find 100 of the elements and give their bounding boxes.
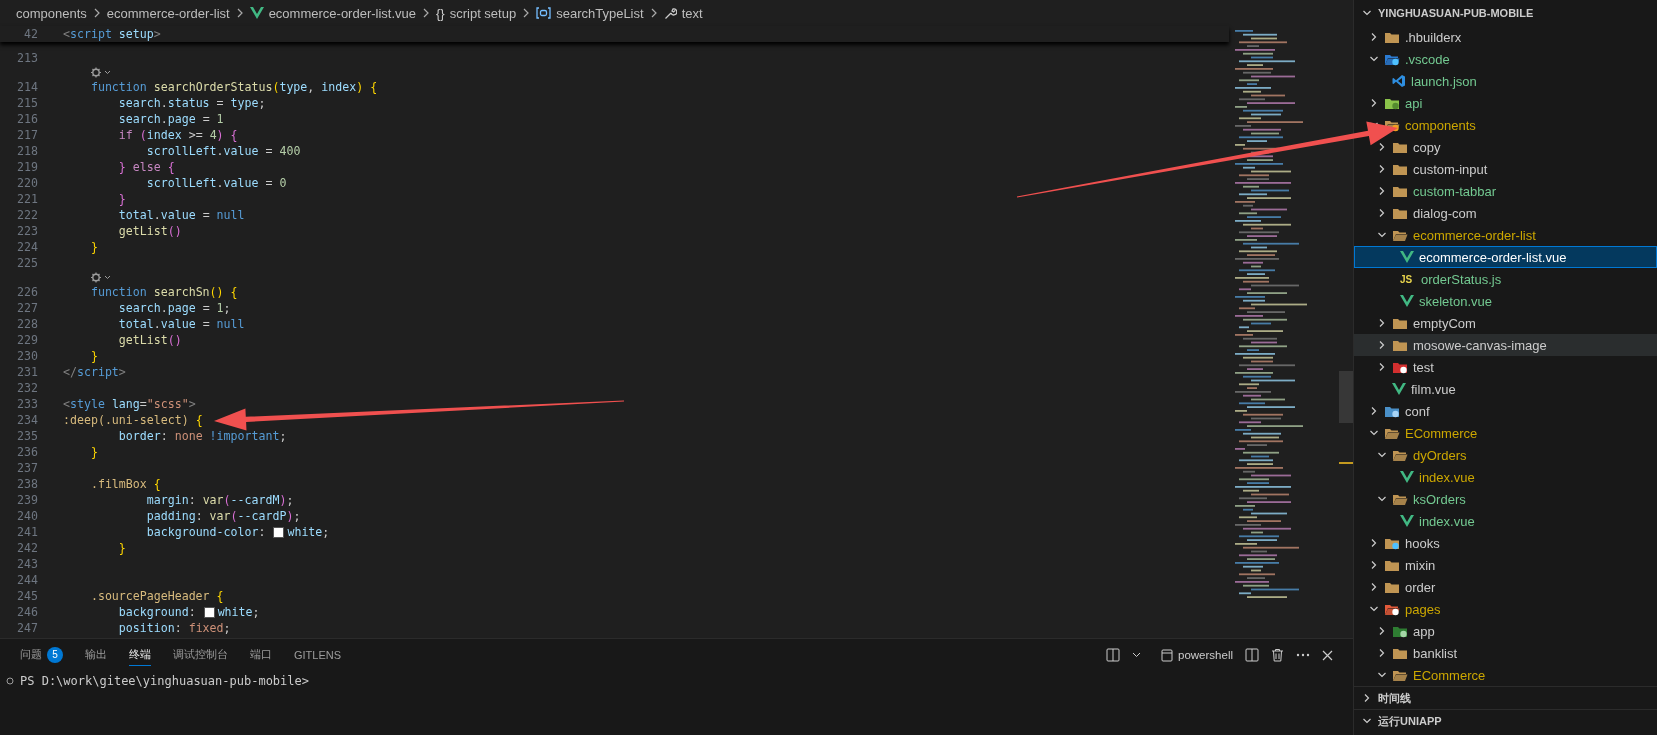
line-number: 241 <box>16 525 38 539</box>
breadcrumb-item[interactable]: text <box>681 5 703 21</box>
code-line: margin: var(--cardM); <box>145 493 294 507</box>
code-line: if (index >= 4) { <box>117 128 238 142</box>
tree-item[interactable]: api <box>1354 92 1657 114</box>
tree-item[interactable]: JS orderStatus.js <box>1354 268 1657 290</box>
chevron-icon[interactable] <box>1362 8 1372 18</box>
v-logo-icon <box>1400 251 1414 263</box>
folder-icon <box>1384 580 1400 594</box>
tree-item[interactable]: mosowe-canvas-image <box>1354 334 1657 356</box>
code-line: background-color: <box>145 525 267 539</box>
tree-item[interactable]: custom-input <box>1354 158 1657 180</box>
breadcrumb-item[interactable]: ecommerce-order-list <box>106 5 230 21</box>
tree-item[interactable]: dyOrders <box>1354 444 1657 466</box>
line-number: 223 <box>16 224 38 238</box>
tree-item[interactable]: mixin <box>1354 554 1657 576</box>
color-swatch[interactable] <box>273 526 285 538</box>
line-number: 220 <box>16 176 38 190</box>
split-icon[interactable] <box>1245 648 1259 662</box>
v-logo-icon <box>1400 295 1414 307</box>
code-line: } <box>117 541 126 555</box>
codelens-icon[interactable] <box>91 67 113 78</box>
breadcrumb-item[interactable]: searchTypeList <box>556 5 644 21</box>
panel-tab[interactable]: 问题 5 <box>20 644 63 666</box>
line-number: 233 <box>16 397 38 411</box>
folder-icon <box>1392 228 1408 242</box>
tree-item[interactable]: custom-tabbar <box>1354 180 1657 202</box>
section-header[interactable]: 时间线 <box>1354 686 1657 709</box>
tree-item[interactable]: .hbuilderx <box>1354 26 1657 48</box>
folder-icon <box>1384 558 1400 572</box>
line-number: 244 <box>16 573 38 587</box>
chevron-icon <box>522 8 531 18</box>
code-line: } <box>89 445 98 459</box>
color-swatch[interactable] <box>203 606 215 618</box>
close-icon[interactable] <box>1322 649 1333 661</box>
tree-item[interactable]: dialog-com <box>1354 202 1657 224</box>
folder-icon <box>1392 140 1408 154</box>
line-number: 225 <box>16 256 38 270</box>
tree-item[interactable]: skeleton.vue <box>1354 290 1657 312</box>
breadcrumb-item[interactable]: components <box>16 5 87 21</box>
minimap-drawing[interactable] <box>1235 30 1307 598</box>
section-header[interactable]: 运行UNIAPP <box>1354 709 1657 732</box>
tree-item[interactable]: index.vue <box>1354 510 1657 532</box>
folder-icon <box>1392 184 1408 198</box>
folder-icon <box>1392 624 1408 638</box>
braces-icon: {} <box>436 5 445 21</box>
code-line: } <box>117 192 126 206</box>
breadcrumb-item[interactable]: script setup <box>449 5 517 21</box>
codelens-icon[interactable] <box>91 272 113 283</box>
tree-item[interactable]: ecommerce-order-list.vue <box>1354 246 1657 268</box>
tree-item[interactable]: test <box>1354 356 1657 378</box>
line-number: 221 <box>16 192 38 206</box>
line-number: 243 <box>16 557 38 571</box>
layout-icon[interactable] <box>1106 648 1120 662</box>
line-number: 231 <box>16 365 38 379</box>
tree-item[interactable]: copy <box>1354 136 1657 158</box>
line-number: 229 <box>16 333 38 347</box>
tree-item[interactable]: order <box>1354 576 1657 598</box>
line-number: 213 <box>16 51 38 65</box>
v-logo-icon <box>1392 383 1406 395</box>
terminal-name[interactable]: powershell <box>1178 649 1233 661</box>
code-line: total.value = null <box>117 208 245 222</box>
line-number: 245 <box>16 589 38 603</box>
v-logo-icon <box>1400 515 1414 527</box>
tree-item[interactable]: ecommerce-order-list <box>1354 224 1657 246</box>
wrench-icon <box>663 6 677 20</box>
tree-item[interactable]: ECommerce <box>1354 422 1657 444</box>
tree-item[interactable]: pages <box>1354 598 1657 620</box>
breadcrumb-item[interactable]: ecommerce-order-list.vue <box>268 5 416 21</box>
tree-item[interactable]: launch.json <box>1354 70 1657 92</box>
chevron-icon <box>92 8 101 18</box>
v-logo-icon <box>1400 471 1414 483</box>
scrollbar-thumb[interactable] <box>1339 371 1353 423</box>
code-line: border: none !important; <box>117 429 287 443</box>
tree-item[interactable]: index.vue <box>1354 466 1657 488</box>
tree-item[interactable]: film.vue <box>1354 378 1657 400</box>
tree-item[interactable]: emptyCom <box>1354 312 1657 334</box>
code-line: </script> <box>63 365 126 379</box>
line-number: 230 <box>16 349 38 363</box>
code-line: } <box>89 240 98 254</box>
project-title[interactable]: YINGHUASUAN-PUB-MOBILE <box>1378 7 1534 19</box>
tree-item[interactable]: conf <box>1354 400 1657 422</box>
panel-tab[interactable]: GITLENS <box>294 644 342 666</box>
tree-item[interactable]: hooks <box>1354 532 1657 554</box>
tree-item[interactable]: app <box>1354 620 1657 642</box>
more-icon[interactable] <box>1296 653 1310 657</box>
tree-item[interactable]: ECommerce <box>1354 664 1657 686</box>
code-line: padding: var(--cardP); <box>145 509 301 523</box>
tree-item[interactable]: ksOrders <box>1354 488 1657 510</box>
code-line: <style lang="scss"> <box>63 397 196 411</box>
tree-item[interactable]: banklist <box>1354 642 1657 664</box>
code-line: getList() <box>117 224 182 238</box>
line-number: 222 <box>16 208 38 222</box>
trash-icon[interactable] <box>1271 648 1284 662</box>
code-line: :deep(.uni-select) { <box>63 413 203 427</box>
chevron-icon <box>649 8 658 18</box>
folder-icon <box>1384 30 1400 44</box>
chevron-down-icon[interactable] <box>1132 652 1141 658</box>
code-line: getList() <box>117 333 182 347</box>
tree-item[interactable]: .vscode <box>1354 48 1657 70</box>
